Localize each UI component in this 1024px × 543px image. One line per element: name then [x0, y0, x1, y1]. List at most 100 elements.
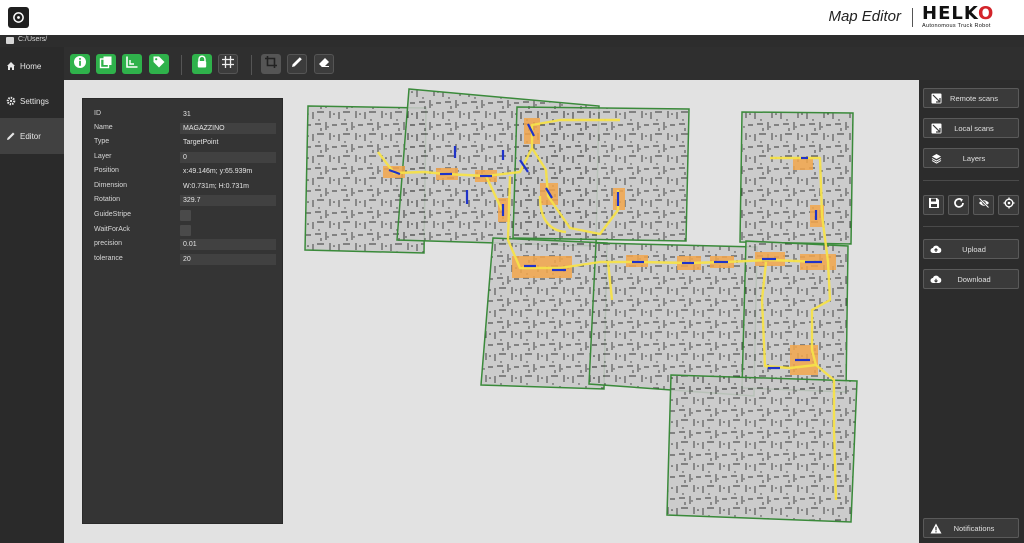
grid-button[interactable]	[218, 54, 238, 74]
page-title: Map Editor	[828, 8, 901, 25]
waitforack-checkbox[interactable]	[180, 225, 191, 236]
pencil-button[interactable]	[287, 54, 307, 74]
prop-row-id: ID 31	[83, 108, 284, 121]
scan-patch	[739, 111, 854, 245]
button-label: Layers	[962, 153, 986, 163]
prop-row-dimension: Dimension W:0.731m; H:0.731m	[83, 180, 284, 193]
button-label: Remote scans	[950, 93, 998, 103]
sidebar-item-label: Settings	[20, 96, 49, 106]
sidebar: Home Settings Editor	[0, 47, 64, 543]
prop-id-value: 31	[183, 111, 191, 118]
save-button[interactable]	[923, 195, 944, 215]
layers-copy-icon	[99, 55, 113, 74]
editor-toolbar	[64, 47, 1024, 80]
path-bar: C:/Users/	[0, 35, 1024, 47]
prop-type-value: TargetPoint	[183, 139, 219, 146]
prop-row-layer: Layer 0	[83, 151, 284, 164]
refresh-icon	[953, 196, 965, 214]
cloud-upload-icon	[930, 243, 942, 255]
scan-patch	[666, 374, 858, 523]
layers-icon	[930, 152, 942, 164]
prop-label: tolerance	[94, 255, 123, 262]
axes-button[interactable]	[122, 54, 142, 74]
local-scans-button[interactable]: Local scans	[923, 118, 1019, 138]
prop-row-tolerance: tolerance 20	[83, 253, 284, 266]
sidebar-item-home[interactable]: Home	[0, 48, 64, 84]
header-divider	[912, 8, 913, 27]
zone	[793, 158, 813, 170]
toolbar-divider	[251, 55, 252, 75]
notifications-button[interactable]: Notifications	[923, 518, 1019, 538]
button-label: Local scans	[954, 123, 994, 133]
prop-label: Position	[94, 167, 119, 174]
button-label: Notifications	[953, 523, 995, 533]
pencil-icon	[290, 55, 304, 74]
sidebar-item-label: Home	[20, 61, 42, 71]
prop-label: Name	[94, 124, 113, 131]
hide-button[interactable]	[973, 195, 994, 215]
eraser-button[interactable]	[314, 54, 334, 74]
gear-icon	[5, 96, 16, 107]
sidebar-item-label: Editor	[20, 131, 41, 141]
panel-divider	[923, 226, 1019, 227]
lock-icon	[195, 55, 209, 74]
button-label: Download	[957, 274, 991, 284]
prop-label: ID	[94, 110, 101, 117]
prop-position-value: x:49.146m; y:65.939m	[183, 168, 253, 175]
pencil-icon	[5, 131, 16, 142]
prop-dimension-value: W:0.731m; H:0.731m	[183, 183, 250, 190]
prop-layer-field[interactable]: 0	[180, 152, 276, 163]
eraser-icon	[317, 55, 331, 74]
prop-row-guidestripe: GuideStripe	[83, 209, 284, 222]
properties-panel: ID 31 Name MAGAZZINO Type TargetPoint La…	[82, 98, 283, 524]
eye-off-icon	[978, 196, 990, 214]
folder-icon	[6, 37, 14, 44]
tag-button[interactable]	[149, 54, 169, 74]
local-scan-icon	[930, 122, 942, 134]
prop-name-field[interactable]: MAGAZZINO	[180, 123, 276, 134]
prop-row-rotation: Rotation 329.7	[83, 194, 284, 207]
lock-button[interactable]	[192, 54, 212, 74]
guidestripe-checkbox[interactable]	[180, 210, 191, 221]
prop-row-name: Name MAGAZZINO	[83, 122, 284, 135]
top-header: Map Editor HELKO Autonomous Truck Robot	[0, 0, 1024, 35]
app-logo[interactable]	[8, 7, 29, 28]
prop-precision-field[interactable]: 0.01	[180, 239, 276, 250]
prop-row-position: Position x:49.146m; y:65.939m	[83, 165, 284, 178]
toolbar-divider	[181, 55, 182, 75]
prop-label: Dimension	[94, 182, 128, 189]
layers-copy-button[interactable]	[96, 54, 116, 74]
sidebar-item-editor[interactable]: Editor	[0, 118, 64, 154]
info-icon	[73, 55, 87, 74]
sidebar-item-settings[interactable]: Settings	[0, 83, 64, 119]
prop-label: Type	[94, 138, 110, 145]
refresh-button[interactable]	[948, 195, 969, 215]
prop-tolerance-field[interactable]: 20	[180, 254, 276, 265]
upload-button[interactable]: Upload	[923, 239, 1019, 259]
tag-icon	[152, 55, 166, 74]
warning-icon	[930, 522, 942, 534]
prop-rotation-field[interactable]: 329.7	[180, 195, 276, 206]
right-panel: Remote scans Local scans Layers Upload D…	[919, 80, 1024, 543]
prop-label: Rotation	[94, 196, 121, 203]
crop-icon	[264, 55, 278, 74]
crop-button[interactable]	[261, 54, 281, 74]
layers-button[interactable]: Layers	[923, 148, 1019, 168]
grid-icon	[221, 55, 235, 74]
prop-row-waitforack: WaitForAck	[83, 224, 284, 237]
prop-row-precision: precision 0.01	[83, 238, 284, 251]
prop-label: Layer	[94, 153, 112, 160]
save-icon	[928, 196, 940, 214]
prop-label: precision	[94, 240, 123, 247]
info-button[interactable]	[70, 54, 90, 74]
scan-layer	[304, 88, 858, 523]
remote-scan-icon	[930, 92, 942, 104]
panel-divider	[923, 180, 1019, 181]
brand-name-o: O	[977, 3, 995, 24]
current-path: C:/Users/	[18, 36, 48, 43]
recenter-button[interactable]	[998, 195, 1019, 215]
download-button[interactable]: Download	[923, 269, 1019, 289]
prop-label: GuideStripe	[94, 211, 131, 218]
button-label: Upload	[962, 244, 986, 254]
remote-scans-button[interactable]: Remote scans	[923, 88, 1019, 108]
